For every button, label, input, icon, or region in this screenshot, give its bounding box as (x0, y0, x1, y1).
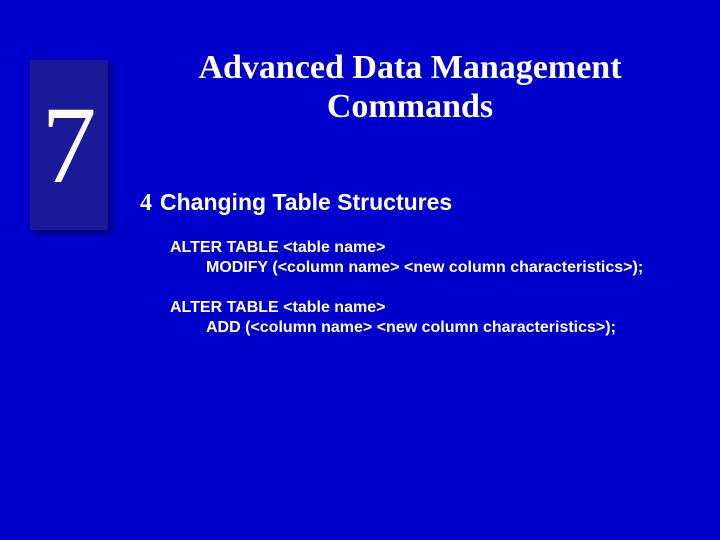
slide-number-box: 7 (30, 60, 108, 230)
bullet-text: Changing Table Structures (160, 190, 452, 215)
slide-number: 7 (42, 82, 97, 209)
code-line: ALTER TABLE <table name> (170, 239, 385, 256)
code-line-indent: ADD (<column name> <new column character… (170, 318, 690, 338)
bullet-item: 4 Changing Table Structures (140, 190, 690, 216)
code-line-indent: MODIFY (<column name> <new column charac… (170, 258, 690, 278)
code-block-1: ALTER TABLE <table name> MODIFY (<column… (170, 238, 690, 278)
slide-title: Advanced Data Management Commands (140, 48, 680, 126)
code-block-2: ALTER TABLE <table name> ADD (<column na… (170, 298, 690, 338)
bullet-glyph: 4 (140, 190, 152, 216)
slide-content: 4 Changing Table Structures ALTER TABLE … (140, 190, 690, 358)
code-line: ALTER TABLE <table name> (170, 299, 385, 316)
